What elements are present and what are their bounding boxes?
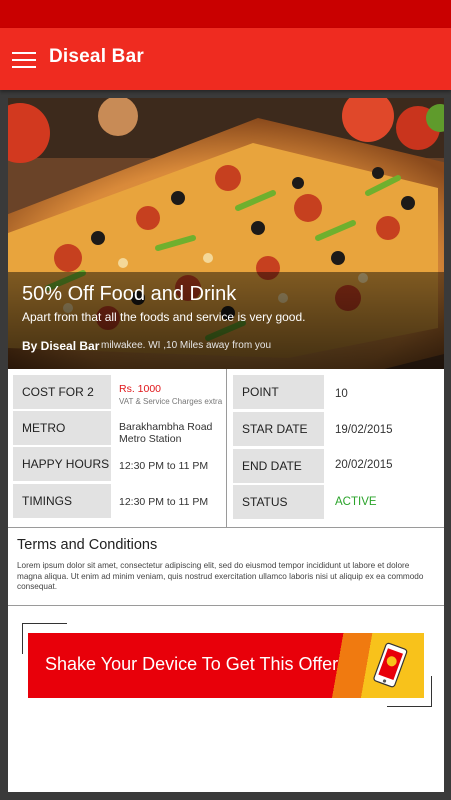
end-date-value: 20/02/2015 [335,459,393,471]
app-bar: Diseal Bar [0,28,451,90]
cost-value: Rs. 1000 VAT & Service Charges extra [119,383,222,408]
metro-value-line2: Metro Station [119,433,182,445]
metro-value: Barakhambha Road Metro Station [119,421,212,445]
offer-section: Shake Your Device To Get This Offer [22,623,432,707]
deal-title: 50% Off Food and Drink [22,283,237,305]
timings-label: TIMINGS [13,484,111,518]
phone-icon [373,642,408,688]
point-value: 10 [335,388,348,400]
details-divider [226,369,227,527]
timings-value: 12:30 PM to 11 PM [119,496,209,508]
happy-hours-value: 12:30 PM to 11 PM [119,460,209,472]
deal-card: 50% Off Food and Drink Apart from that a… [8,98,444,792]
vendor-location: milwakee. WI ,10 Miles away from you [101,340,272,351]
point-label: POINT [233,375,324,409]
metro-label: METRO [13,411,111,445]
hamburger-menu-icon[interactable] [12,49,36,69]
terms-body: Lorem ipsum dolor sit amet, consectetur … [17,561,424,591]
hero-image: 50% Off Food and Drink Apart from that a… [8,98,444,369]
terms-title: Terms and Conditions [17,537,158,553]
cost-note: VAT & Service Charges extra [119,397,223,406]
start-date-value: 19/02/2015 [335,424,393,436]
metro-value-line1: Barakhambha Road [119,421,213,433]
end-date-label: END DATE [233,449,324,483]
deal-details: COST FOR 2 Rs. 1000 VAT & Service Charge… [8,369,444,528]
status-badge: ACTIVE [335,496,377,508]
shake-offer-button[interactable]: Shake Your Device To Get This Offer [28,633,424,698]
shake-offer-text: Shake Your Device To Get This Offer [45,654,339,674]
cost-label: COST FOR 2 [13,375,111,409]
app-title: Diseal Bar [49,46,144,67]
terms-section: Terms and Conditions Lorem ipsum dolor s… [8,527,444,606]
cost-price: Rs. 1000 [119,383,162,395]
vendor-name: By Diseal Bar [22,339,100,353]
start-date-label: STAR DATE [233,412,324,446]
status-label: STATUS [233,485,324,519]
happy-hours-label: HAPPY HOURS [13,447,111,481]
status-bar [0,0,451,28]
deal-subtitle: Apart from that all the foods and servic… [22,310,306,324]
